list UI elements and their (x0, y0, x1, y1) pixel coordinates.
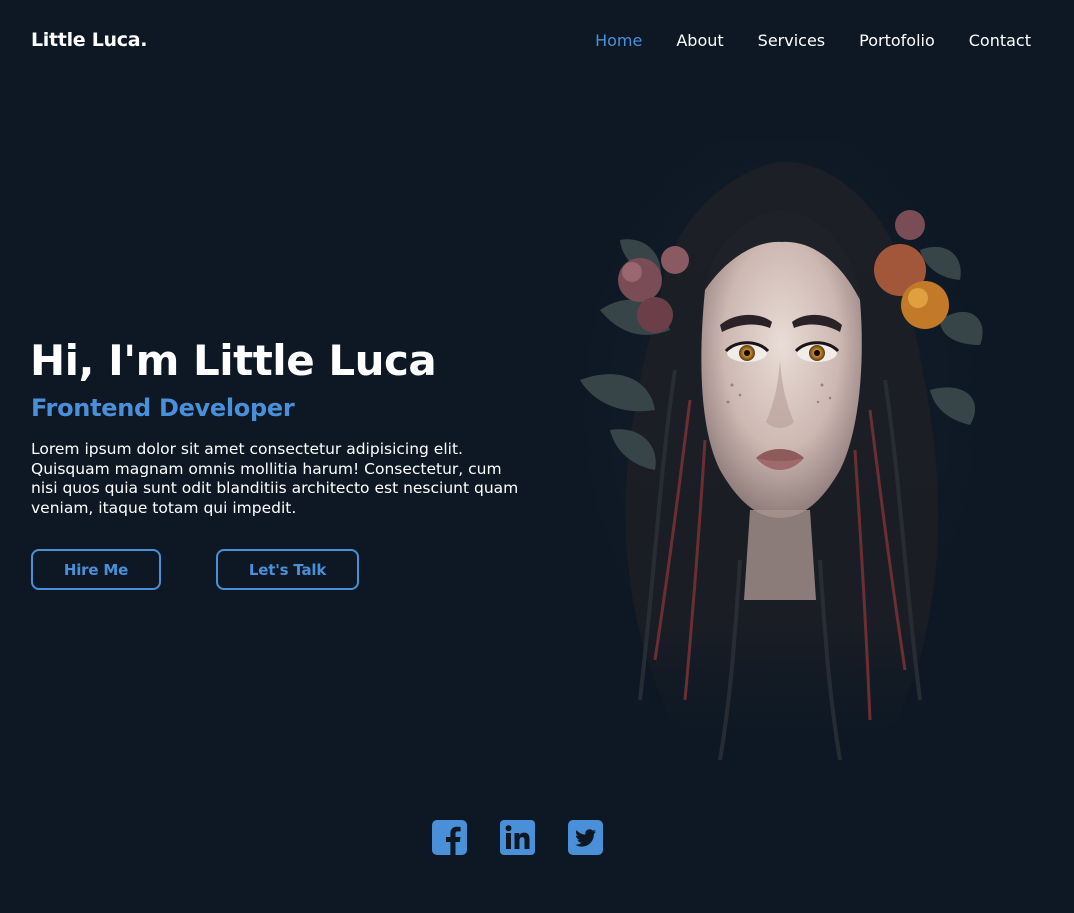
nav-portfolio-link[interactable]: Portofolio (859, 31, 935, 50)
main-nav: Home About Services Portofolio Contact (561, 31, 1031, 50)
portrait-image (560, 140, 1000, 780)
lets-talk-button[interactable]: Let's Talk (216, 549, 359, 590)
linkedin-icon[interactable] (500, 820, 535, 855)
nav-about-link[interactable]: About (676, 31, 723, 50)
hero-subtitle: Frontend Developer (31, 394, 295, 422)
facebook-icon[interactable] (432, 820, 467, 855)
header: Little Luca. Home About Services Portofo… (0, 0, 1074, 82)
nav-home-link[interactable]: Home (595, 31, 642, 50)
twitter-icon[interactable] (568, 820, 603, 855)
site-logo[interactable]: Little Luca. (31, 29, 147, 51)
nav-contact-link[interactable]: Contact (969, 31, 1031, 50)
page: Little Luca. Home About Services Portofo… (0, 0, 1074, 913)
hire-me-button[interactable]: Hire Me (31, 549, 161, 590)
social-links (432, 820, 603, 855)
hero-title: Hi, I'm Little Luca (30, 336, 437, 385)
nav-services-link[interactable]: Services (758, 31, 825, 50)
hero-description: Lorem ipsum dolor sit amet consectetur a… (31, 440, 519, 517)
